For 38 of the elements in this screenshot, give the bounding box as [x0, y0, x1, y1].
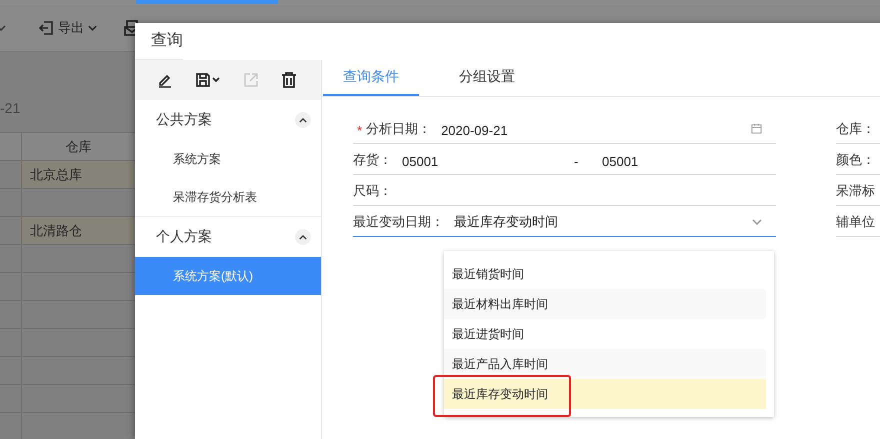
field-value: 2020-09-21	[441, 123, 508, 138]
group-label: 个人方案	[156, 228, 212, 246]
field-label: 颜色：	[836, 151, 875, 169]
table-cell: 北清路仓	[22, 217, 135, 244]
dropdown-option[interactable]: 最近材料出库时间	[444, 289, 766, 319]
dropdown-option[interactable]: 最近库存变动时间	[444, 379, 766, 409]
column-header: 仓库	[64, 138, 92, 156]
field-value: 最近库存变动时间	[454, 213, 558, 231]
range-separator: -	[574, 154, 580, 169]
save-icon[interactable]	[195, 72, 221, 88]
export-icon	[38, 20, 54, 36]
field-label: 存货：	[353, 151, 392, 169]
field-value: 05001	[602, 154, 638, 169]
field-label: 仓库：	[836, 120, 875, 138]
input-field[interactable]: * 分析日期： 2020-09-21	[353, 113, 776, 144]
collapse-button[interactable]	[295, 229, 311, 245]
group-label: 公共方案	[156, 111, 212, 129]
input-field[interactable]: 尺码：	[353, 175, 776, 206]
date-text: -21	[0, 100, 20, 116]
table-cell: 北京总库	[22, 161, 135, 188]
select-field[interactable]: 最近变动日期： 最近库存变动时间	[353, 206, 776, 237]
required-mark: *	[357, 123, 362, 138]
chevron-up-icon	[299, 234, 307, 240]
input-field[interactable]: 存货： 05001 - 05001	[353, 144, 776, 175]
collapse-button[interactable]	[295, 112, 311, 128]
field-label: 辅单位	[836, 213, 875, 231]
pencil-icon[interactable]	[157, 72, 173, 88]
calendar-icon[interactable]	[751, 123, 762, 134]
chevron-up-icon	[299, 118, 307, 122]
tab[interactable]: 分组设置	[439, 60, 535, 96]
field-label: 尺码：	[353, 182, 392, 200]
trash-icon[interactable]	[281, 72, 297, 88]
export-button[interactable]: 导出	[34, 19, 101, 37]
field-label: 呆滞标	[836, 182, 875, 200]
field-value: 05001	[402, 154, 440, 169]
field-label: 分析日期：	[366, 120, 432, 138]
dropdown-option[interactable]: 最近产品入库时间	[444, 349, 766, 379]
field-label: 最近变动日期：	[353, 213, 444, 231]
